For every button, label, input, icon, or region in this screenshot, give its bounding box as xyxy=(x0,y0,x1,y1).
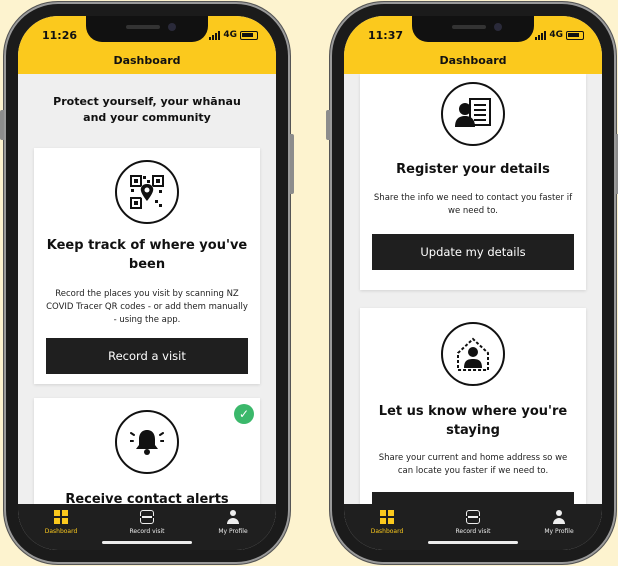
status-icons: 4G xyxy=(535,30,584,40)
card-body: Record the places you visit by scanning … xyxy=(46,289,248,325)
tab-label: Dashboard xyxy=(44,528,78,535)
home-indicator[interactable] xyxy=(428,541,518,544)
notch xyxy=(412,16,534,42)
battery-icon xyxy=(566,30,584,40)
signal-icon xyxy=(209,30,221,40)
dashboard-content[interactable]: Protect yourself, your whānau and your c… xyxy=(18,74,276,504)
check-icon: ✓ xyxy=(234,404,254,424)
phone-left: 11:26 4G Dashboard Protect yourself, you… xyxy=(0,2,294,564)
tab-my-profile[interactable]: My Profile xyxy=(516,510,602,550)
tab-label: Record visit xyxy=(129,528,165,535)
battery-icon xyxy=(240,30,258,40)
page-title: Dashboard xyxy=(113,54,181,67)
person-icon xyxy=(226,510,240,524)
tab-label: Dashboard xyxy=(370,528,404,535)
tab-dashboard[interactable]: Dashboard xyxy=(344,510,430,550)
dashboard-grid-icon xyxy=(54,510,68,524)
scan-icon xyxy=(138,510,156,524)
screen-right: 11:37 4G Dashboard Register your details… xyxy=(344,16,602,550)
card-record-visits: Keep track of where you've been Record t… xyxy=(34,148,260,384)
update-address-button[interactable]: Update my address xyxy=(372,492,574,504)
card-register-details: Register your details Share the info we … xyxy=(360,74,586,290)
card-body: Share the info we need to contact you fa… xyxy=(373,193,573,216)
intro-text: Protect yourself, your whānau and your c… xyxy=(53,95,241,124)
tab-record-visit[interactable]: Record visit xyxy=(104,510,190,550)
page-title: Dashboard xyxy=(439,54,507,67)
card-title: Register your details xyxy=(396,162,550,177)
signal-icon xyxy=(535,30,547,40)
card-contact-alerts: ✓ Receive contact alerts xyxy=(34,398,260,504)
status-time: 11:26 xyxy=(42,29,78,42)
tab-record-visit[interactable]: Record visit xyxy=(430,510,516,550)
status-time: 11:37 xyxy=(368,29,404,42)
home-indicator[interactable] xyxy=(102,541,192,544)
card-where-staying: Let us know where you're staying Share y… xyxy=(360,308,586,504)
qr-location-icon xyxy=(115,160,179,224)
phone-right: 11:37 4G Dashboard Register your details… xyxy=(326,2,618,564)
record-visit-button[interactable]: Record a visit xyxy=(46,338,248,374)
notch xyxy=(86,16,208,42)
house-person-icon xyxy=(441,322,505,386)
screen-left: 11:26 4G Dashboard Protect yourself, you… xyxy=(18,16,276,550)
card-title: Keep track of where you've been xyxy=(46,238,248,272)
person-icon xyxy=(552,510,566,524)
dashboard-grid-icon xyxy=(380,510,394,524)
tab-label: My Profile xyxy=(218,528,248,535)
network-label: 4G xyxy=(223,30,237,40)
tab-label: My Profile xyxy=(544,528,574,535)
update-details-button[interactable]: Update my details xyxy=(372,234,574,270)
network-label: 4G xyxy=(549,30,563,40)
card-title: Let us know where you're staying xyxy=(378,404,568,438)
bell-alert-icon xyxy=(115,410,179,474)
scan-icon xyxy=(464,510,482,524)
tab-label: Record visit xyxy=(455,528,491,535)
status-icons: 4G xyxy=(209,30,258,40)
dashboard-content[interactable]: Register your details Share the info we … xyxy=(344,74,602,504)
card-body: Share your current and home address so w… xyxy=(378,453,568,476)
user-details-icon xyxy=(441,82,505,146)
tab-dashboard[interactable]: Dashboard xyxy=(18,510,104,550)
card-title: Receive contact alerts xyxy=(65,492,229,504)
tab-my-profile[interactable]: My Profile xyxy=(190,510,276,550)
